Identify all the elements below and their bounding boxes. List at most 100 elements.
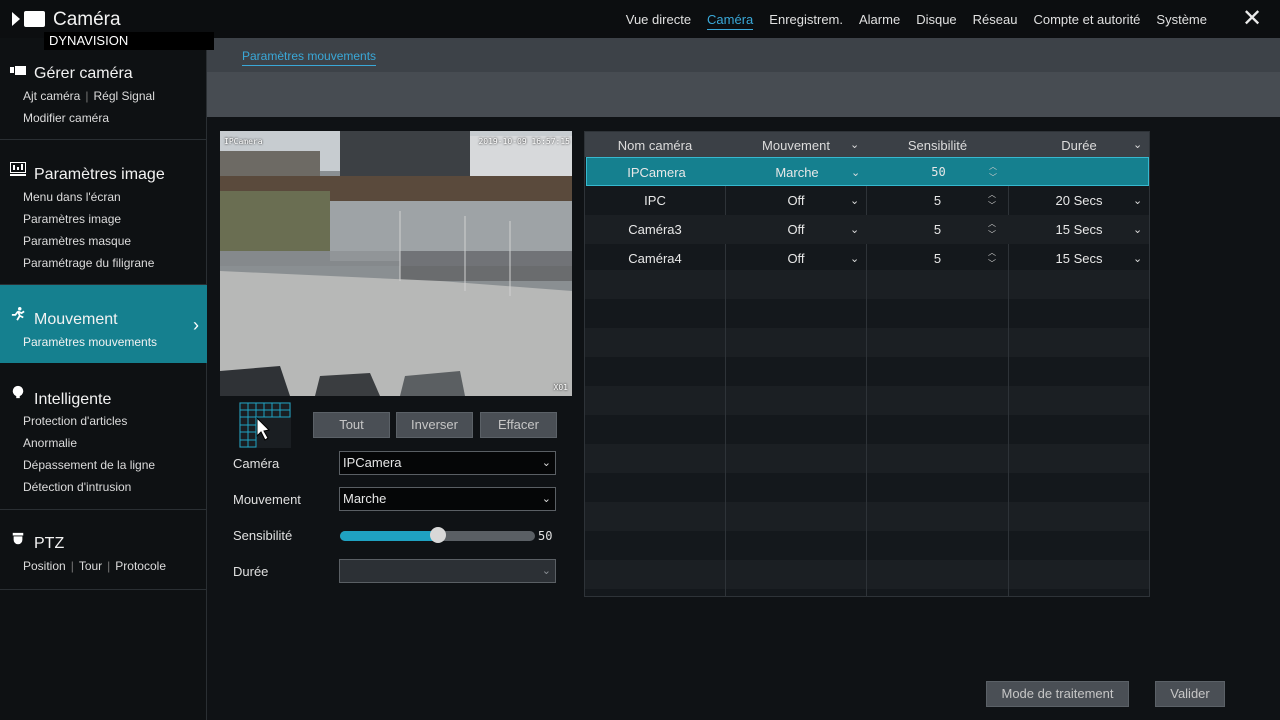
processing-mode-button[interactable]: Mode de traitement	[986, 681, 1129, 707]
sidebar-item-position[interactable]: Position	[23, 559, 66, 573]
brand-label: DYNAVISION	[44, 32, 214, 50]
sidebar-item-ajt-camera[interactable]: Ajt caméra	[23, 89, 80, 103]
sidebar-item-filigrane[interactable]: Paramétrage du filigrane	[23, 256, 154, 270]
sidebar-item-tour[interactable]: Tour	[79, 559, 102, 573]
stepper-icon[interactable]: ︿ ﹀	[989, 161, 997, 183]
image-settings-icon	[10, 162, 26, 176]
cell-duration[interactable]: 15 Secs	[1009, 251, 1149, 266]
table-row[interactable]: Caméra3 Off ⌄ 5 ︿ ﹀ 15 Secs ⌄	[585, 215, 1149, 244]
empty-row	[585, 386, 1149, 415]
select-all-button[interactable]: Tout	[313, 412, 390, 438]
separator: |	[70, 559, 74, 573]
sidebar-item-parametres-mouvements[interactable]: Paramètres mouvements	[23, 335, 157, 349]
chevron-down-icon[interactable]: ⌄	[850, 138, 859, 151]
sidebar-item-anormalie[interactable]: Anormalie	[23, 436, 77, 450]
cell-sensitivity[interactable]: 5	[867, 193, 1008, 208]
close-icon[interactable]: ✕	[1240, 7, 1264, 31]
camera-icon	[10, 66, 26, 75]
nav-enregistrement[interactable]: Enregistrem.	[769, 12, 843, 30]
nav-reseau[interactable]: Réseau	[973, 12, 1018, 30]
sidebar-title-image: Paramètres image	[34, 166, 165, 183]
osd-channel: X01	[553, 383, 568, 392]
nav-compte[interactable]: Compte et autorité	[1033, 12, 1140, 30]
chevron-down-icon[interactable]: ⌄	[850, 194, 859, 207]
cell-motion[interactable]: Off	[726, 193, 866, 208]
grid-select-icon[interactable]	[239, 402, 291, 448]
cell-sensitivity[interactable]: 5	[867, 251, 1008, 266]
header-camera-name: Nom caméra	[617, 138, 693, 153]
sidebar-section-mouvement[interactable]: Mouvement › Paramètres mouvements	[0, 285, 207, 363]
sidebar-title-mouvement: Mouvement	[34, 311, 118, 328]
empty-row	[585, 328, 1149, 357]
nav-disque[interactable]: Disque	[916, 12, 956, 30]
chevron-down-icon[interactable]: ⌄	[851, 166, 860, 179]
table-row[interactable]: IPCamera Marche ⌄ 50 ︿ ﹀	[586, 157, 1149, 186]
sidebar-item-protection[interactable]: Protection d'articles	[23, 414, 127, 428]
stepper-icon[interactable]: ︿ ﹀	[988, 247, 996, 269]
chevron-down-icon: ⌄	[541, 457, 551, 469]
header-motion[interactable]: Mouvement	[726, 138, 866, 153]
cell-motion[interactable]: Off	[726, 222, 866, 237]
motion-select-value: Marche	[343, 491, 387, 506]
cell-sensitivity[interactable]: 5	[867, 222, 1008, 237]
cell-camera-name: Caméra4	[628, 251, 682, 266]
cell-motion[interactable]: Off	[726, 251, 866, 266]
empty-row	[585, 270, 1149, 299]
sidebar-item-intrusion[interactable]: Détection d'intrusion	[23, 480, 131, 494]
stepper-icon[interactable]: ︿ ﹀	[988, 189, 996, 211]
clear-button[interactable]: Effacer	[480, 412, 557, 438]
sidebar-title-gerer: Gérer caméra	[34, 65, 133, 82]
stepper-icon[interactable]: ︿ ﹀	[988, 218, 996, 240]
sensitivity-value: 50	[538, 529, 553, 543]
table-row[interactable]: Caméra4 Off ⌄ 5 ︿ ﹀ 15 Secs ⌄	[585, 244, 1149, 273]
chevron-right-icon: ›	[193, 315, 199, 335]
camera-preview[interactable]: IPCamera 2019-10-09 16:57:15 X01	[220, 131, 572, 396]
duration-select[interactable]: ⌄	[339, 559, 556, 583]
nav-alarme[interactable]: Alarme	[859, 12, 900, 30]
duration-field-label: Durée	[233, 564, 269, 579]
cell-duration[interactable]: 20 Secs	[1009, 193, 1149, 208]
motion-select[interactable]: Marche ⌄	[339, 487, 556, 511]
chevron-down-icon[interactable]: ⌄	[1133, 252, 1142, 265]
sensitivity-field-label: Sensibilité	[233, 528, 293, 543]
nav-vue-directe[interactable]: Vue directe	[626, 12, 691, 30]
validate-button[interactable]: Valider	[1155, 681, 1225, 707]
cell-sensitivity[interactable]: 50	[868, 165, 1009, 179]
header-duration[interactable]: Durée	[1009, 138, 1149, 153]
nav-camera[interactable]: Caméra	[707, 12, 754, 30]
content-area: Paramètres mouvements IPCamera 2019-10-0…	[207, 38, 1280, 720]
empty-row	[585, 502, 1149, 531]
brain-icon	[12, 385, 24, 399]
chevron-down-icon[interactable]: ⌄	[850, 223, 859, 236]
sidebar-item-parametres-masque[interactable]: Paramètres masque	[23, 234, 131, 248]
sidebar-section-intelligente: Intelligente Protection d'articles Anorm…	[0, 363, 207, 510]
sidebar-item-menu-ecran[interactable]: Menu dans l'écran	[23, 190, 121, 204]
main-nav: Vue directe Caméra Enregistrem. Alarme D…	[626, 12, 1207, 30]
sidebar-item-modifier-camera[interactable]: Modifier caméra	[23, 111, 109, 125]
chevron-down-icon[interactable]: ⌄	[850, 252, 859, 265]
invert-button[interactable]: Inverser	[396, 412, 473, 438]
sensitivity-slider-handle[interactable]	[429, 527, 446, 543]
empty-row	[585, 444, 1149, 473]
sidebar-item-regl-signal[interactable]: Régl Signal	[93, 89, 154, 103]
tab-parametres-mouvements[interactable]: Paramètres mouvements	[242, 49, 377, 66]
camera-field-label: Caméra	[233, 456, 280, 471]
camera-select[interactable]: IPCamera ⌄	[339, 451, 556, 475]
cell-duration[interactable]: 15 Secs	[1009, 222, 1149, 237]
chevron-down-icon[interactable]: ⌄	[1133, 223, 1142, 236]
motion-field-label: Mouvement	[233, 492, 301, 507]
chevron-down-icon[interactable]: ⌄	[1133, 138, 1142, 151]
chevron-down-icon[interactable]: ⌄	[1133, 194, 1142, 207]
sidebar-item-protocole[interactable]: Protocole	[115, 559, 166, 573]
cell-motion[interactable]: Marche	[727, 165, 867, 180]
sidebar-title-intelligente: Intelligente	[34, 391, 112, 408]
nav-systeme[interactable]: Système	[1156, 12, 1207, 30]
sidebar-item-parametres-image[interactable]: Paramètres image	[23, 212, 121, 226]
sidebar-section-gerer: Gérer caméra Ajt caméra | Régl Signal Modi…	[0, 38, 207, 140]
table-header: Nom caméra Mouvement ⌄ Sensibilité Durée…	[585, 132, 1149, 157]
table-row[interactable]: IPC Off ⌄ 5 ︿ ﹀ 20 Secs ⌄	[585, 186, 1149, 215]
cell-camera-name: IPC	[644, 193, 666, 208]
sidebar-item-row: Ajt caméra | Régl Signal	[23, 89, 155, 103]
sidebar-item-depassement[interactable]: Dépassement de la ligne	[23, 458, 155, 472]
motion-table: Nom caméra Mouvement ⌄ Sensibilité Durée…	[584, 131, 1150, 597]
